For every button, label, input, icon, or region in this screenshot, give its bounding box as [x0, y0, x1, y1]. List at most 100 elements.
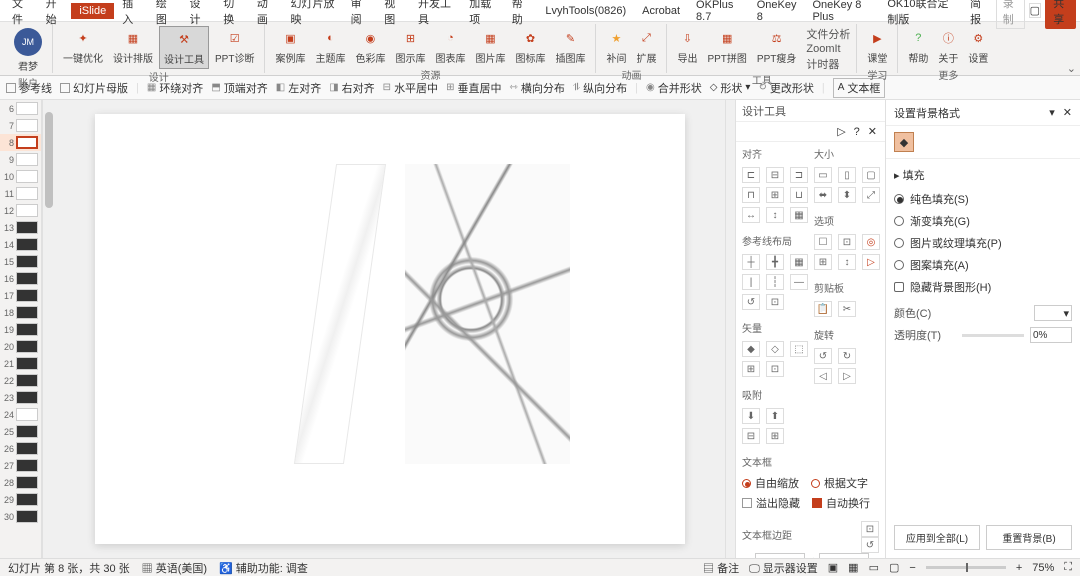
thumbs-scrollbar[interactable]: [42, 100, 54, 558]
guide-2[interactable]: ╋: [766, 254, 784, 270]
illust-lib[interactable]: ✎插图库: [551, 26, 589, 67]
thumbnail-8[interactable]: 8: [0, 134, 41, 151]
vec-2[interactable]: ◇: [766, 341, 784, 357]
zoom-slider[interactable]: [926, 566, 1006, 569]
share-button[interactable]: 共享: [1045, 0, 1076, 29]
tab-acrobat[interactable]: Acrobat: [634, 3, 688, 19]
timer[interactable]: 计时器: [806, 56, 850, 72]
diagram-lib[interactable]: ⊞图示库: [391, 26, 429, 67]
size-3[interactable]: ▢: [862, 167, 880, 183]
accessibility-check[interactable]: ♿ 辅助功能: 调查: [219, 560, 308, 576]
design-layout[interactable]: ▦设计排版: [109, 26, 157, 69]
icon-lib[interactable]: ✿图标库: [511, 26, 549, 67]
view-sorter-icon[interactable]: ▦: [848, 561, 858, 574]
thumbnail-7[interactable]: 7: [0, 117, 41, 134]
guide-6[interactable]: —: [790, 274, 808, 290]
current-slide[interactable]: [95, 114, 685, 544]
thumbnail-11[interactable]: 11: [0, 185, 41, 202]
view-slideshow-icon[interactable]: ▢: [889, 561, 899, 574]
parallelogram-shape[interactable]: [293, 164, 385, 464]
zoom-value[interactable]: 75%: [1032, 562, 1054, 574]
account-avatar[interactable]: JM 君梦: [10, 26, 46, 75]
chart-lib[interactable]: ◔图表库: [431, 26, 469, 67]
align-mid-icon[interactable]: ⊞: [766, 187, 784, 203]
display-settings[interactable]: 🖵 显示器设置: [749, 560, 818, 576]
fp-fill-section[interactable]: ▸ 填充: [894, 167, 1072, 183]
fill-solid[interactable]: 纯色填充(S): [894, 191, 1072, 207]
margin-top[interactable]: ↑: [811, 553, 869, 558]
zoom-out-icon[interactable]: −: [909, 562, 915, 574]
dp-play-icon[interactable]: ▷: [837, 125, 845, 138]
design-tools[interactable]: ⚒设计工具: [159, 26, 209, 69]
cb-auto-shrink[interactable]: 自由缩放: [742, 475, 799, 491]
transparency-slider[interactable]: [962, 334, 1024, 337]
thumbnail-17[interactable]: 17: [0, 287, 41, 304]
margin-lock-icon[interactable]: ⊡: [861, 521, 879, 537]
rot-1[interactable]: ↺: [814, 348, 832, 364]
snap-1[interactable]: ⬇: [742, 408, 760, 424]
language-indicator[interactable]: ▦ 英语(美国): [142, 560, 207, 576]
window-min-icon[interactable]: ▢: [1029, 3, 1042, 18]
thumbnail-30[interactable]: 30: [0, 508, 41, 525]
cb-wrap[interactable]: 根据文字: [811, 475, 868, 491]
opt-4[interactable]: ⊞: [814, 254, 832, 270]
thumbnail-23[interactable]: 23: [0, 389, 41, 406]
snap-3[interactable]: ⊟: [742, 428, 760, 444]
guide-4[interactable]: |: [742, 274, 760, 290]
thumbnail-12[interactable]: 12: [0, 202, 41, 219]
thumbnail-15[interactable]: 15: [0, 253, 41, 270]
dp-help-icon[interactable]: ?: [854, 126, 860, 138]
classroom[interactable]: ▶课堂: [863, 26, 891, 67]
thumbnail-14[interactable]: 14: [0, 236, 41, 253]
fit-window-icon[interactable]: ⛶: [1064, 561, 1072, 574]
fill-gradient[interactable]: 渐变填充(G): [894, 213, 1072, 229]
thumbnail-9[interactable]: 9: [0, 151, 41, 168]
guide-7[interactable]: ↺: [742, 294, 760, 310]
margin-left[interactable]: ←: [742, 553, 805, 558]
cb-overflow[interactable]: 溢出隐藏: [742, 495, 800, 511]
rot-3[interactable]: ◁: [814, 368, 832, 384]
hide-bg-graphics[interactable]: 隐藏背景图形(H): [894, 279, 1072, 295]
view-normal-icon[interactable]: ▣: [828, 561, 838, 574]
align-center-icon[interactable]: ⊟: [766, 167, 784, 183]
clip-1[interactable]: 📋: [814, 301, 832, 317]
vec-1[interactable]: ◆: [742, 341, 760, 357]
thumbnail-13[interactable]: 13: [0, 219, 41, 236]
fill-picture[interactable]: 图片或纹理填充(P): [894, 235, 1072, 251]
view-reading-icon[interactable]: ▭: [869, 561, 879, 574]
ribbon-collapse-icon[interactable]: ⌄: [1067, 62, 1076, 75]
tb-right-align[interactable]: ◨ 右对齐: [329, 80, 374, 96]
align-top-icon[interactable]: ⊓: [742, 187, 760, 203]
extend[interactable]: ⤢扩展: [632, 26, 660, 67]
size-4[interactable]: ⬌: [814, 187, 832, 203]
color-picker[interactable]: ▾: [1034, 305, 1072, 321]
tb-shape[interactable]: ◇ 形状 ▾: [710, 80, 751, 96]
slide-canvas[interactable]: [54, 100, 725, 558]
snap-4[interactable]: ⊞: [766, 428, 784, 444]
fill-pattern[interactable]: 图案填充(A): [894, 257, 1072, 273]
tab-lvyh[interactable]: LvyhTools(0826): [537, 3, 634, 19]
tab-onekey8p[interactable]: OneKey 8 Plus: [804, 0, 879, 25]
zoomit[interactable]: ZoomIt: [806, 43, 850, 55]
opt-2[interactable]: ⊡: [838, 234, 856, 250]
tab-islide[interactable]: iSlide: [71, 3, 114, 19]
opt-3[interactable]: ◎: [862, 234, 880, 250]
record-button[interactable]: 录制: [996, 0, 1025, 29]
settings[interactable]: ⚙设置: [964, 26, 992, 67]
tb-merge[interactable]: ◉ 合并形状: [646, 80, 702, 96]
thumbnail-22[interactable]: 22: [0, 372, 41, 389]
guide-1[interactable]: ┼: [742, 254, 760, 270]
tb-left-align[interactable]: ◧ 左对齐: [276, 80, 321, 96]
fp-fill-tab-icon[interactable]: ◆: [894, 132, 914, 152]
ppt-collage[interactable]: ▦PPT拼图: [703, 26, 750, 72]
thumbnail-25[interactable]: 25: [0, 423, 41, 440]
fp-dropdown-icon[interactable]: ▾: [1049, 107, 1055, 119]
slide-thumbnails[interactable]: 6789101112131415161718192021222324252627…: [0, 100, 42, 558]
dp-close-icon[interactable]: ✕: [868, 125, 877, 138]
tb-hdist[interactable]: ⇿ 横向分布: [509, 80, 564, 96]
tab-okplus[interactable]: OKPlus 8.7: [688, 0, 749, 25]
vec-5[interactable]: ⊡: [766, 361, 784, 377]
vec-4[interactable]: ⊞: [742, 361, 760, 377]
opt-5[interactable]: ↕: [838, 254, 856, 270]
thumbnail-21[interactable]: 21: [0, 355, 41, 372]
